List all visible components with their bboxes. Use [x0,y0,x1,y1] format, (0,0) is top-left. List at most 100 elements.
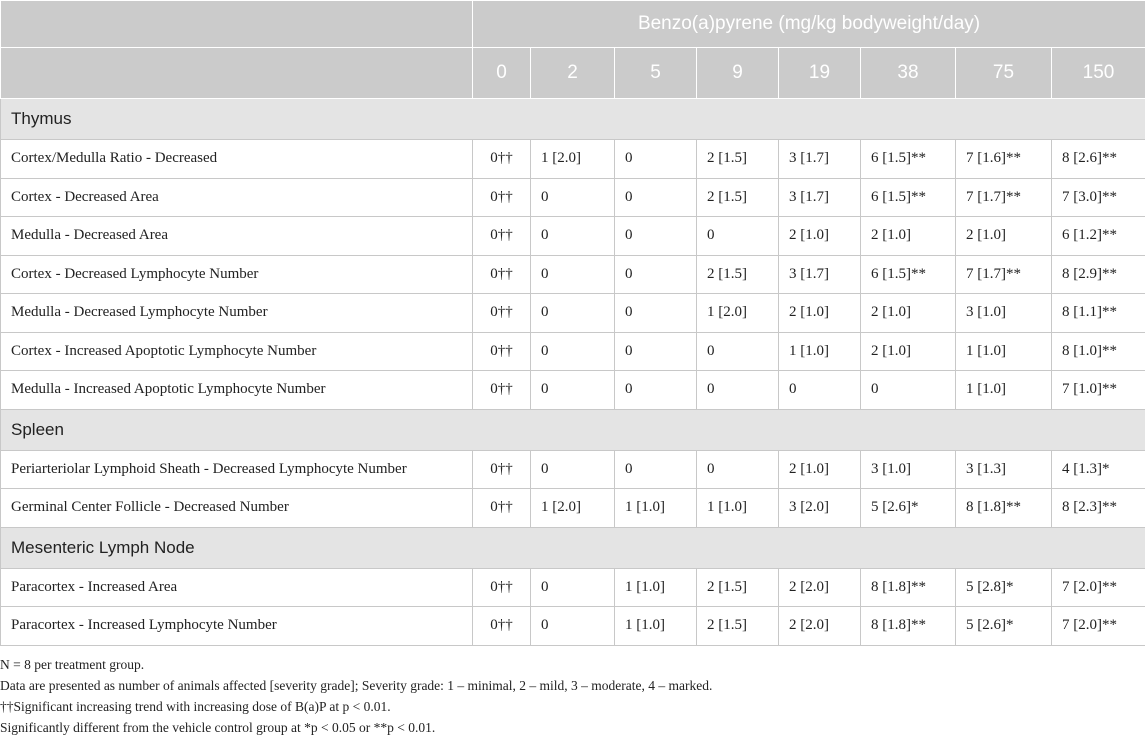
section-title: Spleen [1,409,1145,450]
table-row: Paracortex - Increased Lymphocyte Number… [1,607,1145,646]
table-cell: 3 [1.0] [861,450,956,489]
table-cell: 0 [697,217,779,256]
table-cell: 8 [2.9]** [1052,255,1145,294]
finding-label: Medulla - Decreased Area [1,217,473,256]
table-cell: 0 [615,140,697,179]
dose-header: 9 [697,48,779,99]
footnote: Significantly different from the vehicle… [0,717,1145,738]
table-cell: 0 [531,294,615,333]
header-blank-cell [1,1,473,48]
table-cell: 2 [1.5] [697,607,779,646]
table-cell: 0 [697,371,779,410]
table-cell: 0 [697,332,779,371]
section-title: Thymus [1,99,1145,140]
dose-header: 0 [473,48,531,99]
table-row: Paracortex - Increased Area0††01 [1.0]2 … [1,568,1145,607]
table-cell: 1 [2.0] [697,294,779,333]
table-cell: 2 [1.5] [697,568,779,607]
table-row: Germinal Center Follicle - Decreased Num… [1,489,1145,528]
table-cell: 8 [1.8]** [861,568,956,607]
table-cell: 3 [1.7] [779,255,861,294]
table-cell: 7 [1.7]** [956,255,1052,294]
table-cell: 1 [1.0] [697,489,779,528]
table-cell: 0†† [473,294,531,333]
table-row: Medulla - Increased Apoptotic Lymphocyte… [1,371,1145,410]
table-cell: 0 [615,178,697,217]
dose-header: 150 [1052,48,1145,99]
dose-header: 38 [861,48,956,99]
table-cell: 2 [1.0] [779,217,861,256]
table-cell: 0 [531,178,615,217]
table-cell: 0†† [473,332,531,371]
table-header: Benzo(a)pyrene (mg/kg bodyweight/day) 0 … [1,1,1145,99]
table-cell: 3 [1.0] [956,294,1052,333]
table-cell: 0†† [473,568,531,607]
table-cell: 0 [615,217,697,256]
table-footnotes: N = 8 per treatment group. Data are pres… [0,646,1145,738]
table-cell: 2 [1.0] [861,294,956,333]
table-cell: 0†† [473,371,531,410]
table-cell: 0 [531,371,615,410]
dose-header: 5 [615,48,697,99]
table-row: Medulla - Decreased Area0††0002 [1.0]2 [… [1,217,1145,256]
table-cell: 0 [615,332,697,371]
finding-label: Cortex - Decreased Lymphocyte Number [1,255,473,294]
footnote: Data are presented as number of animals … [0,675,1145,696]
table-cell: 0 [531,568,615,607]
table-cell: 0 [615,294,697,333]
table-cell: 0 [779,371,861,410]
table-cell: 7 [2.0]** [1052,568,1145,607]
table-body: ThymusCortex/Medulla Ratio - Decreased0†… [1,99,1145,646]
finding-label: Periarteriolar Lymphoid Sheath - Decreas… [1,450,473,489]
table-cell: 8 [2.3]** [1052,489,1145,528]
table-cell: 0†† [473,607,531,646]
table-cell: 0 [531,450,615,489]
table-cell: 0 [615,371,697,410]
table-cell: 1 [1.0] [615,489,697,528]
table-cell: 3 [1.7] [779,178,861,217]
table-cell: 3 [1.7] [779,140,861,179]
table-row: Cortex - Decreased Lymphocyte Number0††0… [1,255,1145,294]
table-cell: 0†† [473,450,531,489]
finding-label: Germinal Center Follicle - Decreased Num… [1,489,473,528]
table-row: Cortex - Increased Apoptotic Lymphocyte … [1,332,1145,371]
table-cell: 0†† [473,489,531,528]
table-cell: 2 [1.5] [697,140,779,179]
finding-label: Paracortex - Increased Area [1,568,473,607]
table-cell: 1 [1.0] [779,332,861,371]
dose-header: 75 [956,48,1052,99]
finding-label: Cortex - Increased Apoptotic Lymphocyte … [1,332,473,371]
table-cell: 3 [2.0] [779,489,861,528]
table-cell: 7 [1.7]** [956,178,1052,217]
table-cell: 5 [2.8]* [956,568,1052,607]
table-cell: 1 [2.0] [531,140,615,179]
table-cell: 2 [1.5] [697,255,779,294]
table-cell: 8 [1.8]** [956,489,1052,528]
table-cell: 0 [615,255,697,294]
histopathology-table: Benzo(a)pyrene (mg/kg bodyweight/day) 0 … [0,0,1145,646]
section-row: Thymus [1,99,1145,140]
table-cell: 0 [531,217,615,256]
table-cell: 2 [1.0] [779,450,861,489]
table-cell: 2 [1.0] [861,217,956,256]
footnote: ††Significant increasing trend with incr… [0,696,1145,717]
table-cell: 2 [2.0] [779,568,861,607]
table-cell: 8 [1.1]** [1052,294,1145,333]
table-cell: 2 [1.0] [956,217,1052,256]
table-cell: 6 [1.5]** [861,255,956,294]
finding-label: Cortex/Medulla Ratio - Decreased [1,140,473,179]
finding-label: Paracortex - Increased Lymphocyte Number [1,607,473,646]
table-cell: 8 [1.0]** [1052,332,1145,371]
table-row: Medulla - Decreased Lymphocyte Number0††… [1,294,1145,333]
finding-label: Cortex - Decreased Area [1,178,473,217]
table-cell: 0†† [473,140,531,179]
finding-label: Medulla - Increased Apoptotic Lymphocyte… [1,371,473,410]
table-cell: 7 [2.0]** [1052,607,1145,646]
footnote: N = 8 per treatment group. [0,654,1145,675]
table-cell: 5 [2.6]* [956,607,1052,646]
table-cell: 0 [615,450,697,489]
table-cell: 1 [1.0] [956,371,1052,410]
table-cell: 1 [1.0] [615,607,697,646]
dose-header: 2 [531,48,615,99]
table-cell: 0 [531,607,615,646]
